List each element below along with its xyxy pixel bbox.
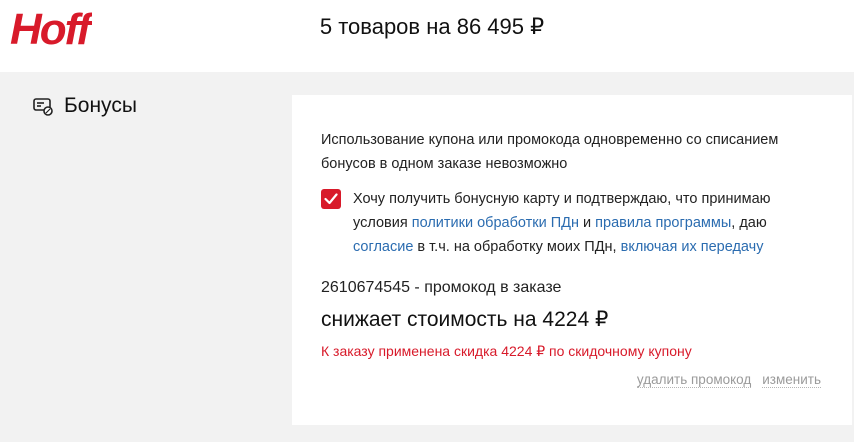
section-title: Бонусы [64, 94, 137, 117]
consent-text-part: и [579, 215, 596, 231]
section-header: Бонусы [33, 93, 137, 119]
remove-promo-link[interactable]: удалить промокод [636, 372, 752, 388]
checkmark-icon [324, 193, 338, 205]
data-transfer-link[interactable]: включая их передачу [621, 239, 764, 255]
promo-code-line: 2610674545 - промокод в заказе [321, 279, 562, 296]
consent-text: Хочу получить бонусную карту и подтвержд… [353, 187, 793, 259]
coupon-notice: Использование купона или промокода однов… [321, 132, 779, 172]
consent-text-part: , даю [731, 215, 767, 231]
discount-amount: снижает стоимость на 4224 ₽ [321, 308, 609, 331]
bonus-card: Использование купона или промокода однов… [292, 95, 852, 425]
header: Hoff 5 товаров на 86 495 ₽ [0, 0, 854, 72]
discount-applied-message: К заказу применена скидка 4224 ₽ по скид… [321, 343, 692, 359]
bonus-card-icon [33, 98, 53, 116]
promo-actions: удалить промокод изменить [626, 372, 821, 388]
consent-checkbox[interactable] [321, 189, 341, 209]
change-promo-link[interactable]: изменить [762, 372, 821, 388]
program-rules-link[interactable]: правила программы [595, 215, 731, 231]
cart-summary: 5 товаров на 86 495 ₽ [319, 14, 545, 39]
consent-text-part: в т.ч. на обработку моих ПДн, [413, 239, 621, 255]
consent-link[interactable]: согласие [353, 239, 413, 255]
policy-link[interactable]: политики обработки ПДн [412, 215, 579, 231]
